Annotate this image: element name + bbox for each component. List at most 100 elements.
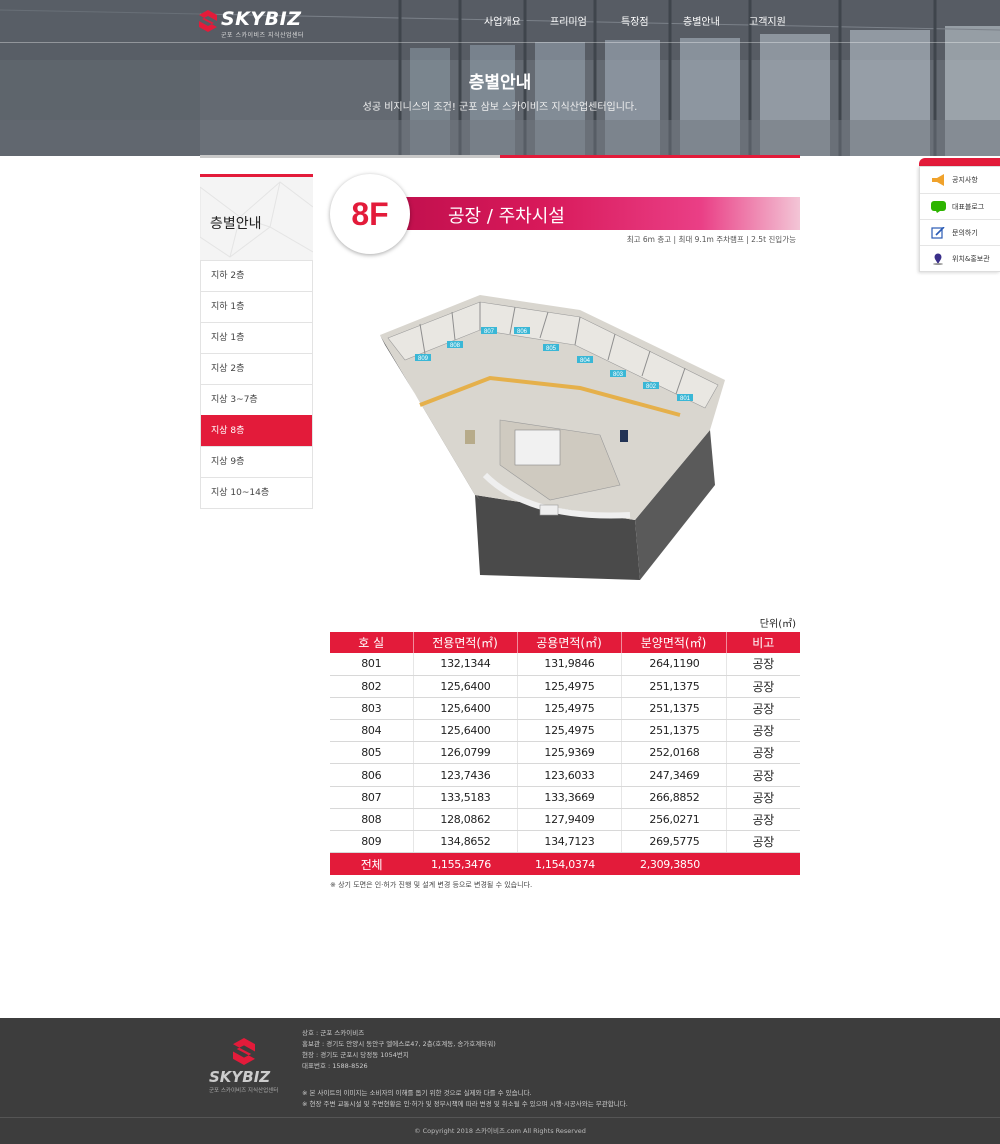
- quick-menu-tab: [919, 158, 1000, 166]
- hero-banner: SKYBIZ 군포 스카이비즈 지식산업센터 사업개요 프리미엄 특장점 층별안…: [0, 0, 1000, 156]
- col-header-common: 공용면적(㎡): [517, 632, 622, 653]
- cell-sale-area: 251,1375: [621, 697, 727, 721]
- sidebar-item-b2[interactable]: 지하 2층: [201, 260, 312, 291]
- cell-exclusive-area: 1,155,3476: [413, 852, 517, 875]
- footer-logo: SKYBIZ 군포 스카이비즈 지식산업센터: [207, 1038, 287, 1098]
- quick-item-blog[interactable]: 대표블로그: [920, 193, 1000, 219]
- cell-remarks: 공장: [726, 741, 800, 765]
- cell-common-area: 125,4975: [517, 697, 622, 721]
- footer-divider: [0, 1117, 1000, 1118]
- plan-label-806: 806: [517, 329, 528, 335]
- quick-item-label: 대표블로그: [952, 203, 985, 211]
- nav-item-customer-support[interactable]: 고객지원: [749, 13, 786, 28]
- tab-underline-grey: [200, 155, 500, 158]
- footer-copyright: © Copyright 2018 스카이비즈.com All Rights Re…: [414, 1127, 586, 1135]
- footer-company: 상호 : 군포 스카이비즈: [302, 1029, 365, 1037]
- nav-item-premium[interactable]: 프리미엄: [550, 13, 587, 28]
- cell-common-area: 125,9369: [517, 741, 622, 765]
- sidebar-item-1f[interactable]: 지상 1층: [201, 322, 312, 353]
- sidebar-title: 층별안내: [210, 216, 262, 232]
- footer-info: 상호 : 군포 스카이비즈 홍보관 : 경기도 안양시 동안구 엘에스로47, …: [302, 1028, 628, 1110]
- cell-sale-area: 266,8852: [621, 786, 727, 809]
- quick-item-inquiry[interactable]: 문의하기: [920, 219, 1000, 245]
- tab-underline-red: [500, 155, 800, 158]
- table-unit: 단위(㎡): [759, 619, 796, 630]
- cell-exclusive-area: 126,0799: [413, 741, 518, 765]
- area-table: 호 실 전용면적(㎡) 공용면적(㎡) 분양면적(㎡) 비고 801 132,13…: [330, 632, 800, 875]
- floor-plan-image: 809 808 807 806 805 804 803 802 801: [380, 295, 725, 580]
- blog-icon: [931, 201, 946, 213]
- plan-label-802: 802: [646, 384, 657, 390]
- cell-exclusive-area: 125,6400: [413, 675, 518, 698]
- col-header-remarks: 비고: [726, 632, 800, 653]
- nav-item-features[interactable]: 특장점: [621, 13, 649, 28]
- cell-common-area: 1,154,0374: [517, 852, 621, 875]
- footer-note: ※ 본 사이트의 이미지는 소비자의 이해를 돕기 위한 것으로 실제와 다를 …: [302, 1089, 532, 1097]
- cell-unit: 802: [330, 675, 414, 698]
- cell-common-area: 133,3669: [517, 786, 622, 809]
- cell-unit: 805: [330, 741, 414, 765]
- cell-unit: 801: [330, 653, 414, 676]
- cell-sale-area: 269,5775: [621, 830, 727, 854]
- sidebar-item-2f[interactable]: 지상 2층: [201, 353, 312, 384]
- sidebar-item-9f[interactable]: 지상 9층: [201, 446, 312, 477]
- main-nav: 사업개요 프리미엄 특장점 층별안내 고객지원: [0, 13, 1000, 29]
- cell-sale-area: 251,1375: [621, 675, 727, 698]
- cell-unit: 전체: [330, 852, 413, 875]
- floor-title-bar: 공장 / 주차시설: [404, 197, 800, 230]
- table-row: 803 125,6400 125,4975 251,1375 공장: [330, 697, 800, 721]
- cell-exclusive-area: 128,0862: [413, 808, 518, 832]
- cell-unit: 806: [330, 763, 414, 787]
- sidebar-header: 층별안내: [200, 174, 313, 260]
- cell-common-area: 123,6033: [517, 763, 622, 787]
- cell-unit: 807: [330, 786, 414, 809]
- table-row: 802 125,6400 125,4975 251,1375 공장: [330, 675, 800, 698]
- plan-label-803: 803: [613, 372, 624, 378]
- page-subtitle: 성공 비지니스의 조건! 군포 삼보 스카이비즈 지식산업센터입니다.: [362, 102, 638, 113]
- map-pin-icon: [933, 253, 943, 265]
- cell-exclusive-area: 134,8652: [413, 830, 518, 854]
- floor-badge: 8F: [330, 174, 410, 254]
- sidebar-item-8f[interactable]: 지상 8층: [201, 415, 312, 446]
- cell-exclusive-area: 123,7436: [413, 763, 518, 787]
- footer-logo-subtext: 군포 스카이비즈 지식산업센터: [209, 1088, 279, 1094]
- footer-note: ※ 현장 주변 교통시설 및 주변현황은 인·허가 및 정부시책에 따라 변경 …: [302, 1100, 628, 1108]
- cell-remarks: 공장: [726, 830, 800, 854]
- sidebar-item-b1[interactable]: 지하 1층: [201, 291, 312, 322]
- plan-label-805: 805: [546, 346, 557, 352]
- cell-remarks: [726, 852, 800, 875]
- nav-item-floor-guide[interactable]: 층별안내: [683, 13, 720, 28]
- table-row: 806 123,7436 123,6033 247,3469 공장: [330, 763, 800, 787]
- sidebar: 층별안내 지하 2층 지하 1층 지상 1층 지상 2층 지상 3~7층 지상 …: [200, 174, 313, 509]
- quick-item-location[interactable]: 위치&홍보관: [920, 245, 1000, 271]
- cell-common-area: 125,4975: [517, 675, 622, 698]
- quick-item-label: 문의하기: [952, 229, 978, 237]
- cell-remarks: 공장: [726, 697, 800, 721]
- table-total-row: 전체 1,155,3476 1,154,0374 2,309,3850: [330, 852, 800, 875]
- cell-common-area: 125,4975: [517, 719, 622, 743]
- cell-sale-area: 264,1190: [621, 653, 727, 676]
- logo-subtext: 군포 스카이비즈 지식산업센터: [221, 32, 305, 39]
- table-row: 808 128,0862 127,9409 256,0271 공장: [330, 808, 800, 832]
- quick-item-label: 공지사항: [952, 176, 978, 184]
- cell-remarks: 공장: [726, 786, 800, 809]
- cell-exclusive-area: 125,6400: [413, 697, 518, 721]
- plan-label-807: 807: [484, 329, 495, 335]
- footer-logo-s-icon: [233, 1038, 255, 1065]
- plan-label-804: 804: [580, 358, 591, 364]
- quick-item-label: 위치&홍보관: [952, 255, 990, 263]
- col-header-exclusive: 전용면적(㎡): [413, 632, 518, 653]
- cell-unit: 808: [330, 808, 414, 832]
- table-header-row: 호 실 전용면적(㎡) 공용면적(㎡) 분양면적(㎡) 비고: [330, 632, 800, 653]
- plan-label-801: 801: [680, 396, 691, 402]
- table-row: 807 133,5183 133,3669 266,8852 공장: [330, 786, 800, 809]
- plan-label-809: 809: [418, 356, 429, 362]
- footer-phone: 대표번호 : 1588-8526: [302, 1062, 368, 1070]
- header-divider: [0, 42, 1000, 43]
- sidebar-item-3-7f[interactable]: 지상 3~7층: [201, 384, 312, 415]
- cell-unit: 804: [330, 719, 414, 743]
- nav-item-overview[interactable]: 사업개요: [484, 13, 521, 28]
- quick-item-notice[interactable]: 공지사항: [920, 167, 1000, 193]
- sidebar-item-10-14f[interactable]: 지상 10~14층: [201, 477, 312, 508]
- cell-common-area: 134,7123: [517, 830, 622, 854]
